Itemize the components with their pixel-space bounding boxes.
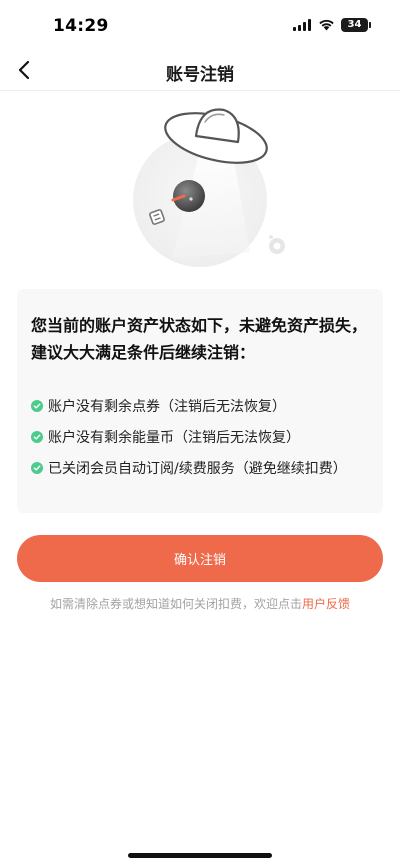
status-icons: 34 bbox=[293, 18, 371, 32]
signal-icon bbox=[293, 19, 311, 31]
nav-bar: 账号注销 bbox=[0, 52, 400, 91]
page-title: 账号注销 bbox=[166, 65, 234, 85]
dark-ball bbox=[171, 180, 205, 212]
check-circle-icon bbox=[31, 461, 43, 474]
condition-item: 已关闭会员自动订阅/续费服务（避免继续扣费） bbox=[31, 452, 369, 483]
condition-item: 账户没有剩余点券（注销后无法恢复） bbox=[31, 390, 369, 421]
user-feedback-link[interactable]: 用户反馈 bbox=[302, 597, 350, 611]
check-circle-icon bbox=[31, 430, 43, 443]
home-indicator[interactable] bbox=[128, 853, 272, 858]
dust-dot bbox=[269, 235, 273, 239]
feedback-hint: 如需清除点券或想知道如何关闭扣费，欢迎点击用户反馈 bbox=[0, 595, 400, 612]
condition-text: 已关闭会员自动订阅/续费服务（避免继续扣费） bbox=[48, 460, 347, 477]
condition-list: 账户没有剩余点券（注销后无法恢复） 账户没有剩余能量币（注销后无法恢复） 已关闭… bbox=[31, 390, 369, 483]
feedback-hint-text: 如需清除点券或想知道如何关闭扣费，欢迎点击 bbox=[49, 597, 302, 611]
check-circle-icon bbox=[31, 399, 43, 412]
small-ring bbox=[269, 238, 285, 254]
asset-status-heading: 您当前的账户资产状态如下，未避免资产损失，建议大大满足条件后继续注销： bbox=[31, 316, 368, 362]
confirm-cancel-account-button[interactable]: 确认注销 bbox=[17, 535, 383, 582]
ufo-empty-illustration bbox=[133, 108, 285, 267]
condition-text: 账户没有剩余能量币（注销后无法恢复） bbox=[48, 429, 300, 446]
asset-status-card: 您当前的账户资产状态如下，未避免资产损失，建议大大满足条件后继续注销： 账户没有… bbox=[17, 289, 383, 513]
condition-item: 账户没有剩余能量币（注销后无法恢复） bbox=[31, 421, 369, 452]
battery-level: 34 bbox=[347, 19, 362, 30]
status-time: 14:29 bbox=[53, 16, 109, 36]
battery-icon: 34 bbox=[341, 18, 371, 32]
wifi-icon bbox=[319, 19, 334, 31]
condition-text: 账户没有剩余点券（注销后无法恢复） bbox=[48, 398, 286, 415]
status-bar: 14:29 34 bbox=[0, 0, 400, 52]
